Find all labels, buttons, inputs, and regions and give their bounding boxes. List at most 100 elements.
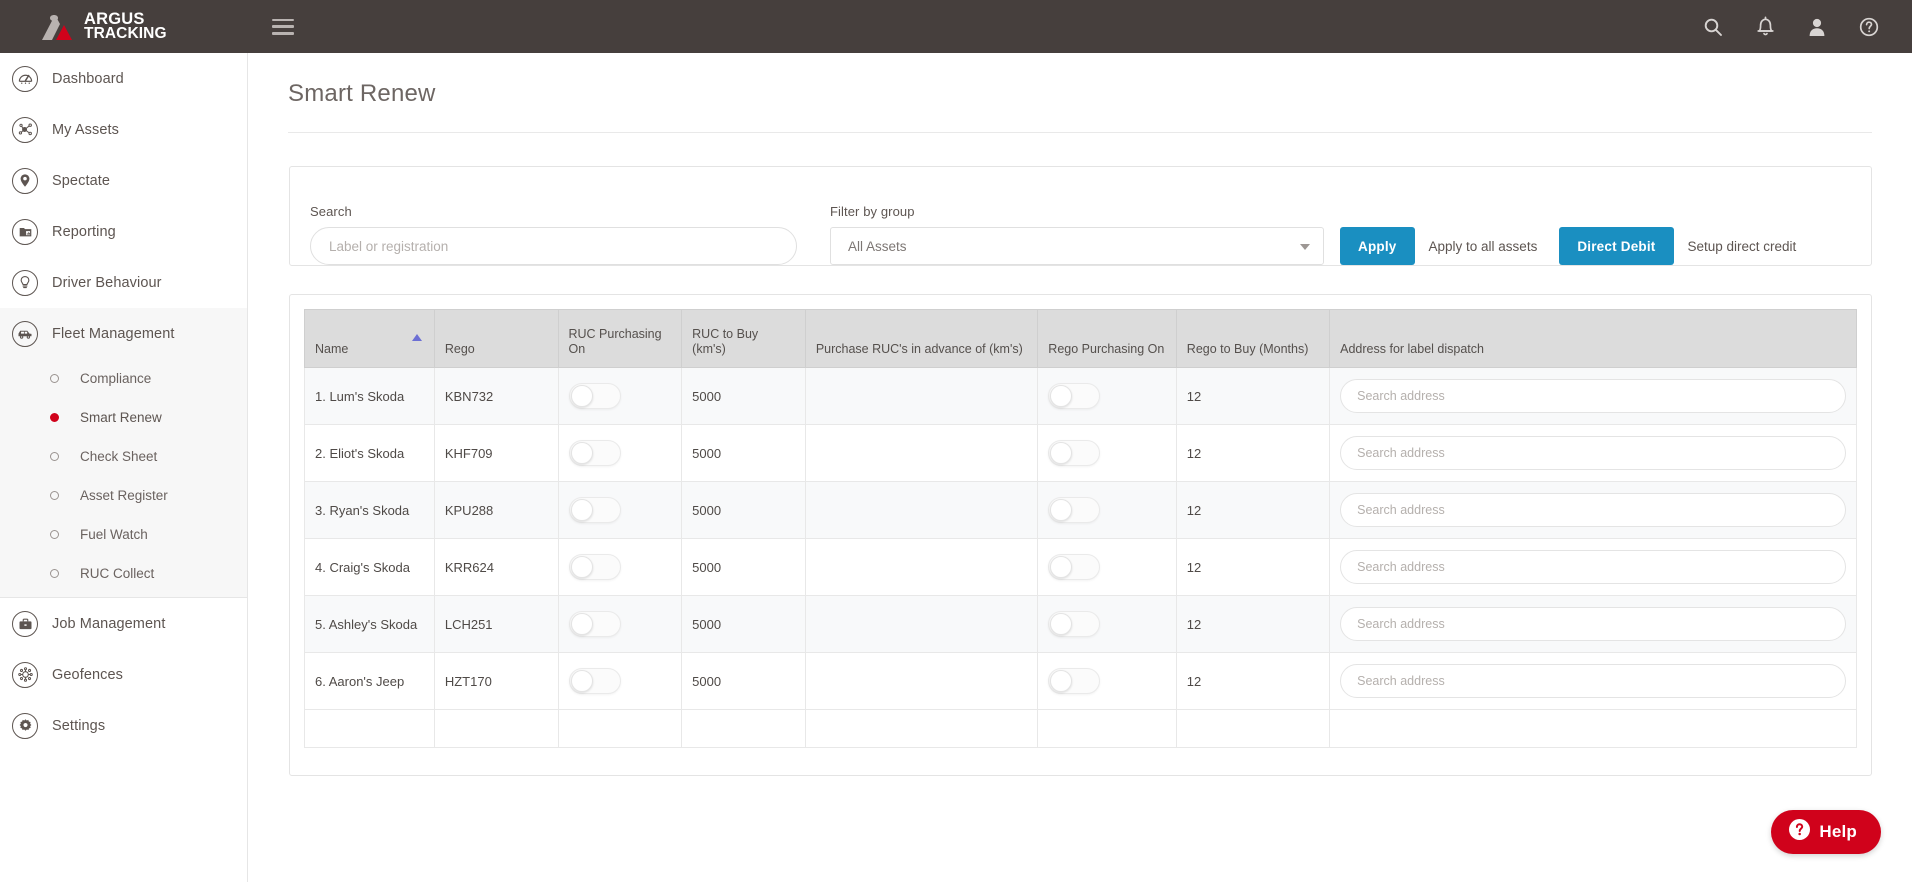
apply-button[interactable]: Apply — [1340, 227, 1415, 265]
sidebar-subitem-check-sheet[interactable]: Check Sheet — [0, 437, 247, 476]
cell-name: 3. Ryan's Skoda — [304, 481, 435, 539]
cell-name: 4. Craig's Skoda — [304, 538, 435, 596]
column-header-rego-purchasing-on[interactable]: Rego Purchasing On — [1037, 309, 1177, 368]
sidebar-item-reporting[interactable]: Reporting — [0, 206, 247, 257]
toggle-knob — [570, 613, 593, 635]
sidebar-subitem-ruc-collect[interactable]: RUC Collect — [0, 554, 247, 593]
menu-toggle-button[interactable] — [270, 17, 296, 37]
address-search-input[interactable] — [1340, 436, 1846, 470]
column-header-rego[interactable]: Rego — [434, 309, 559, 368]
sidebar-item-label: Geofences — [52, 666, 124, 683]
address-search-input[interactable] — [1340, 493, 1846, 527]
table-footer-cell — [1329, 709, 1857, 748]
brand-line-2: TRACKING — [84, 24, 167, 42]
search-icon[interactable] — [1702, 16, 1724, 38]
rego-purchasing-on-toggle[interactable] — [1048, 554, 1101, 580]
toggle-knob — [1050, 613, 1073, 635]
rego-purchasing-on-toggle[interactable] — [1048, 611, 1101, 637]
help-button[interactable]: Help — [1771, 810, 1881, 854]
table-row: 5. Ashley's Skoda LCH251 5000 12 — [304, 595, 1857, 653]
cell-name: 6. Aaron's Jeep — [304, 652, 435, 710]
geofence-icon — [12, 661, 38, 688]
bulb-icon — [12, 269, 38, 296]
briefcase-icon — [12, 610, 38, 637]
cell-rego-to-buy: 12 — [1176, 367, 1331, 425]
address-search-input[interactable] — [1340, 379, 1846, 413]
bullet-icon — [50, 530, 59, 539]
sidebar-item-job-management[interactable]: Job Management — [0, 598, 247, 649]
direct-debit-button[interactable]: Direct Debit — [1559, 227, 1674, 265]
cell-name: 5. Ashley's Skoda — [304, 595, 435, 653]
rego-purchasing-on-toggle[interactable] — [1048, 497, 1101, 523]
address-search-input[interactable] — [1340, 607, 1846, 641]
column-header-ruc-purchasing-on[interactable]: RUC Purchasing On — [558, 309, 683, 368]
argus-logo-mark — [38, 12, 76, 42]
bullet-icon — [50, 374, 59, 383]
rego-purchasing-on-cell — [1037, 595, 1177, 653]
ruc-purchasing-on-cell — [558, 538, 683, 596]
page-title: Smart Renew — [288, 80, 436, 107]
help-circle-icon — [1789, 819, 1811, 845]
header-actions — [1702, 16, 1912, 38]
sidebar-item-dashboard[interactable]: Dashboard — [0, 53, 247, 104]
map-pin-icon — [12, 167, 38, 194]
table-footer-cell — [681, 709, 806, 748]
ruc-purchasing-on-toggle[interactable] — [568, 497, 621, 523]
bell-icon[interactable] — [1754, 16, 1776, 38]
ruc-purchasing-on-toggle[interactable] — [568, 668, 621, 694]
toggle-knob — [570, 556, 593, 578]
sidebar-item-spectate[interactable]: Spectate — [0, 155, 247, 206]
chevron-down-icon — [1300, 244, 1310, 250]
cell-rego-to-buy: 12 — [1176, 595, 1331, 653]
cell-ruc-to-buy: 5000 — [681, 481, 806, 539]
user-icon[interactable] — [1806, 16, 1828, 38]
ruc-purchasing-on-cell — [558, 424, 683, 482]
rego-purchasing-on-toggle[interactable] — [1048, 668, 1101, 694]
sidebar-item-label: My Assets — [52, 121, 119, 138]
help-circle-icon[interactable] — [1858, 16, 1880, 38]
address-search-input[interactable] — [1340, 664, 1846, 698]
sidebar-item-settings[interactable]: Settings — [0, 700, 247, 751]
table-footer-cell — [558, 709, 683, 748]
table-header-row: Name Rego RUC Purchasing On RUC to Buy (… — [304, 309, 1857, 368]
cell-address — [1329, 367, 1857, 425]
group-filter-label: Filter by group — [830, 204, 915, 219]
column-header-rego-to-buy[interactable]: Rego to Buy (Months) — [1176, 309, 1331, 368]
group-filter-select[interactable]: All Assets — [830, 227, 1324, 265]
sidebar-item-geofences[interactable]: Geofences — [0, 649, 247, 700]
brand-logo[interactable]: ARGUS TRACKING — [0, 0, 248, 53]
sidebar-item-my-assets[interactable]: My Assets — [0, 104, 247, 155]
rego-purchasing-on-toggle[interactable] — [1048, 440, 1101, 466]
table-footer-cell — [1176, 709, 1331, 748]
assets-table-panel: Name Rego RUC Purchasing On RUC to Buy (… — [289, 294, 1872, 776]
rego-purchasing-on-toggle[interactable] — [1048, 383, 1101, 409]
sidebar-item-label: Job Management — [52, 615, 166, 632]
sidebar-subitem-label: Check Sheet — [80, 449, 158, 464]
report-icon — [12, 218, 38, 245]
sidebar-item-driver-behaviour[interactable]: Driver Behaviour — [0, 257, 247, 308]
sidebar-subitem-fuel-watch[interactable]: Fuel Watch — [0, 515, 247, 554]
sidebar-item-fleet-management[interactable]: Fleet Management — [0, 308, 247, 359]
rego-purchasing-on-cell — [1037, 481, 1177, 539]
sidebar-subitem-smart-renew[interactable]: Smart Renew — [0, 398, 247, 437]
toggle-knob — [1050, 556, 1073, 578]
cell-address — [1329, 652, 1857, 710]
cell-purchase-ruc-advance — [805, 424, 1039, 482]
ruc-purchasing-on-toggle[interactable] — [568, 440, 621, 466]
search-input[interactable] — [310, 227, 797, 265]
column-header-address-dispatch[interactable]: Address for label dispatch — [1329, 309, 1857, 368]
ruc-purchasing-on-toggle[interactable] — [568, 383, 621, 409]
column-header-name[interactable]: Name — [304, 309, 435, 368]
table-footer-cell — [805, 709, 1039, 748]
sidebar-subitem-asset-register[interactable]: Asset Register — [0, 476, 247, 515]
column-header-purchase-ruc-advance[interactable]: Purchase RUC's in advance of (km's) — [805, 309, 1039, 368]
ruc-purchasing-on-toggle[interactable] — [568, 554, 621, 580]
sidebar-subitem-label: Fuel Watch — [80, 527, 148, 542]
dashboard-icon — [12, 65, 38, 92]
address-search-input[interactable] — [1340, 550, 1846, 584]
column-header-ruc-to-buy[interactable]: RUC to Buy (km's) — [681, 309, 806, 368]
ruc-purchasing-on-toggle[interactable] — [568, 611, 621, 637]
toggle-knob — [570, 442, 593, 464]
toggle-knob — [570, 670, 593, 692]
sidebar-subitem-compliance[interactable]: Compliance — [0, 359, 247, 398]
